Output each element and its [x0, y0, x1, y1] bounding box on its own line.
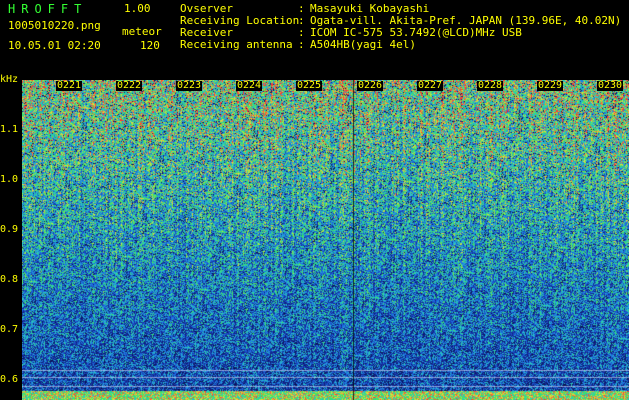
- time-label: 0228: [477, 80, 504, 91]
- frequency-axis: kHz 1.1 1.0 0.9 0.8 0.7 0.6: [0, 72, 22, 400]
- time-label: 0225: [296, 80, 323, 91]
- time-label: 0227: [417, 80, 444, 91]
- time-label: 0230: [597, 80, 624, 91]
- datetime-label: 10.05.01 02:20: [8, 39, 101, 52]
- freq-tick: 1.0: [0, 174, 19, 185]
- station-info: Ovserver : Masayuki Kobayashi Receiving …: [180, 3, 621, 51]
- info-value: A504HB(yagi 4el): [310, 38, 416, 51]
- filename-label: 1005010220.png: [8, 19, 101, 32]
- app-title: HROFFT: [8, 2, 88, 16]
- time-label: 0223: [176, 80, 203, 91]
- mode-label: meteor: [122, 25, 162, 38]
- freq-unit-label: kHz: [0, 74, 19, 85]
- spectrogram-canvas: [22, 80, 629, 400]
- freq-tick: 0.9: [0, 224, 19, 235]
- time-label: 0224: [236, 80, 263, 91]
- time-label: 0222: [116, 80, 143, 91]
- info-separator: :: [298, 38, 305, 51]
- freq-tick: 1.1: [0, 124, 19, 135]
- count-label: 120: [140, 39, 160, 52]
- freq-tick: 0.7: [0, 324, 19, 335]
- freq-tick: 0.8: [0, 274, 19, 285]
- freq-tick: 0.6: [0, 374, 19, 385]
- time-label: 0229: [537, 80, 564, 91]
- time-label: 0226: [357, 80, 384, 91]
- time-label: 0221: [56, 80, 83, 91]
- info-row-antenna: Receiving antenna : A504HB(yagi 4el): [180, 39, 621, 51]
- info-label: Receiving antenna: [180, 38, 293, 51]
- version-label: 1.00: [124, 2, 151, 15]
